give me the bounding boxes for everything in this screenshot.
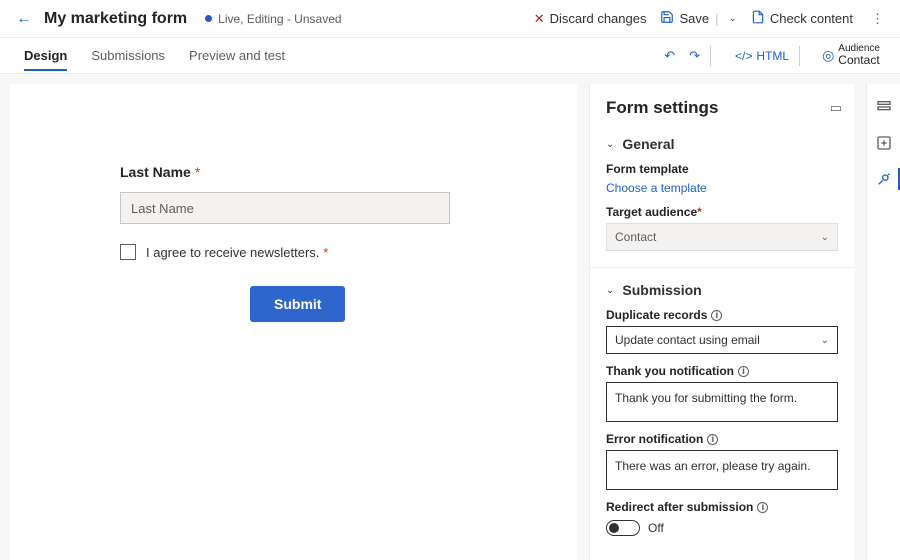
- redo-button[interactable]: ↷: [689, 48, 700, 64]
- redo-icon: ↷: [689, 48, 700, 64]
- choose-template-link[interactable]: Choose a template: [606, 181, 707, 195]
- save-button[interactable]: Save | ⌄: [660, 10, 736, 27]
- error-notification-textbox[interactable]: There was an error, please try again.: [606, 450, 838, 490]
- html-label: HTML: [756, 49, 789, 63]
- add-rail-button[interactable]: [873, 132, 895, 154]
- form-settings-panel: Form settings ▭ ⌄ General Form template …: [589, 84, 854, 560]
- separator: [799, 46, 800, 66]
- info-icon[interactable]: i: [757, 502, 768, 513]
- undo-icon: ↶: [664, 48, 675, 64]
- separator: [710, 46, 711, 66]
- chevron-down-icon: ⌄: [821, 335, 829, 346]
- tab-preview[interactable]: Preview and test: [189, 40, 285, 71]
- chevron-down-icon: ⌄: [606, 139, 614, 150]
- tab-row: Design Submissions Preview and test ↶ ↷ …: [0, 38, 900, 74]
- required-star: *: [323, 245, 328, 260]
- settings-rail-button[interactable]: [873, 168, 895, 190]
- duplicate-records-label: Duplicate records i: [606, 308, 838, 322]
- status-dot: [205, 15, 212, 22]
- divider: [590, 267, 854, 268]
- submit-button[interactable]: Submit: [250, 286, 345, 322]
- section-general-title: General: [622, 136, 674, 152]
- page-title: My marketing form: [44, 10, 187, 28]
- tab-design[interactable]: Design: [24, 40, 67, 71]
- consent-label: I agree to receive newsletters.: [146, 245, 319, 260]
- info-icon[interactable]: i: [707, 434, 718, 445]
- section-submission-title: Submission: [622, 282, 701, 298]
- redirect-value: Off: [648, 521, 664, 535]
- section-submission-header[interactable]: ⌄ Submission: [606, 282, 838, 298]
- thank-you-label: Thank you notification i: [606, 364, 838, 378]
- back-icon[interactable]: ←: [10, 6, 38, 32]
- discard-label: Discard changes: [550, 11, 647, 26]
- status-text: Live, Editing - Unsaved: [218, 12, 341, 26]
- last-name-field[interactable]: Last Name: [120, 192, 450, 224]
- duplicate-records-value: Update contact using email: [615, 333, 760, 347]
- discard-button[interactable]: ✕ Discard changes: [534, 11, 647, 27]
- last-name-label: Last Name*: [120, 164, 467, 180]
- elements-rail-button[interactable]: [873, 96, 895, 118]
- workspace: Last Name* Last Name I agree to receive …: [0, 74, 900, 560]
- close-icon: ✕: [534, 11, 545, 27]
- document-icon: [751, 10, 765, 27]
- target-audience-label: Target audience*: [606, 205, 838, 219]
- redirect-toggle-row: Off: [606, 520, 838, 536]
- chevron-down-icon: ⌄: [821, 232, 829, 243]
- redirect-toggle[interactable]: [606, 520, 640, 536]
- required-star: *: [195, 164, 200, 180]
- thank-you-textbox[interactable]: Thank you for submitting the form.: [606, 382, 838, 422]
- form-template-label: Form template: [606, 162, 838, 176]
- expand-icon[interactable]: ▭: [830, 100, 838, 116]
- error-notification-label: Error notification i: [606, 432, 838, 446]
- last-name-placeholder: Last Name: [131, 201, 194, 216]
- duplicate-records-select[interactable]: Update contact using email ⌄: [606, 326, 838, 354]
- html-button[interactable]: </> HTML: [735, 49, 789, 63]
- target-audience-select[interactable]: Contact ⌄: [606, 223, 838, 251]
- code-icon: </>: [735, 49, 752, 63]
- audience-indicator[interactable]: ◎ Audience Contact: [816, 43, 880, 67]
- save-icon: [660, 10, 674, 27]
- right-rail: [866, 84, 900, 560]
- target-audience-value: Contact: [615, 230, 656, 244]
- top-bar: ← My marketing form Live, Editing - Unsa…: [0, 0, 900, 38]
- overflow-menu-icon[interactable]: ⋮: [865, 7, 890, 31]
- section-general-header[interactable]: ⌄ General: [606, 136, 838, 152]
- save-label: Save: [679, 11, 709, 26]
- form-canvas: Last Name* Last Name I agree to receive …: [10, 84, 577, 560]
- chevron-down-icon: ⌄: [606, 285, 614, 296]
- info-icon[interactable]: i: [738, 366, 749, 377]
- consent-row: I agree to receive newsletters. *: [120, 244, 467, 260]
- info-icon[interactable]: i: [711, 310, 722, 321]
- audience-value: Contact: [838, 54, 880, 67]
- panel-title: Form settings: [606, 98, 718, 118]
- save-chevron-icon[interactable]: ⌄: [725, 13, 737, 24]
- target-icon: ◎: [822, 47, 834, 64]
- check-content-button[interactable]: Check content: [751, 10, 853, 27]
- undo-button[interactable]: ↶: [664, 48, 675, 64]
- redirect-label: Redirect after submission i: [606, 500, 838, 514]
- consent-checkbox[interactable]: [120, 244, 136, 260]
- tab-submissions[interactable]: Submissions: [91, 40, 165, 71]
- check-content-label: Check content: [770, 11, 853, 26]
